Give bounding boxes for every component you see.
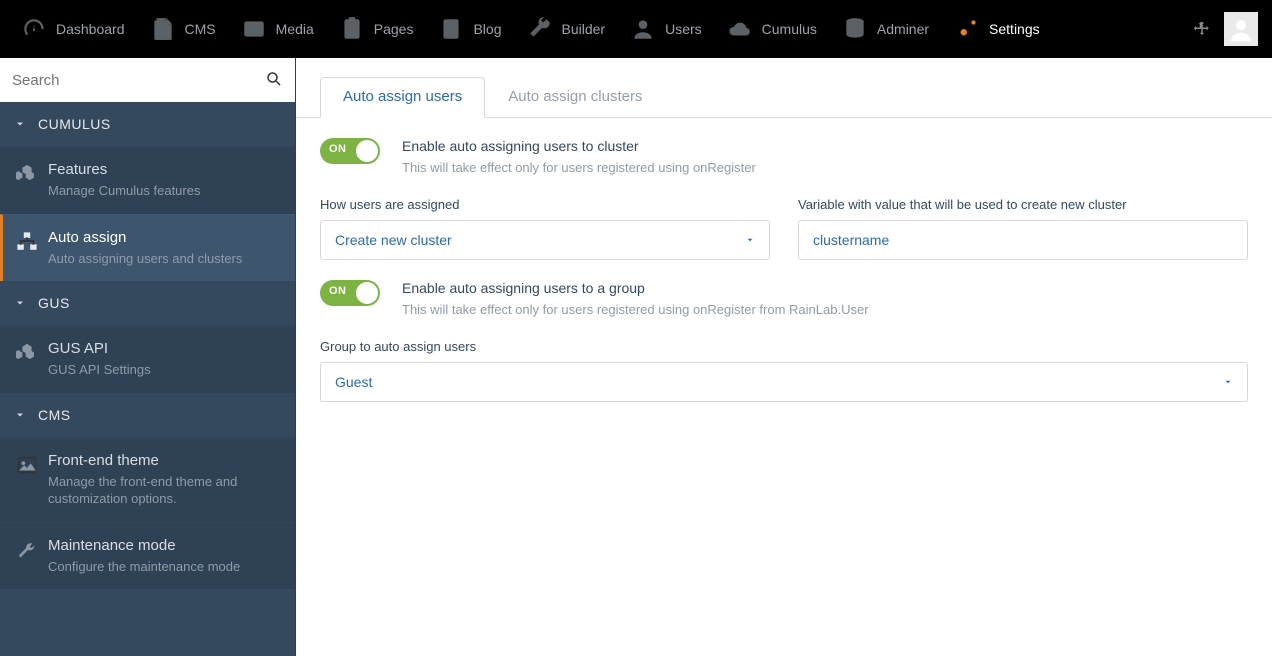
sidebar-item-title: GUS API (48, 340, 283, 357)
tab-auto-assign-users[interactable]: Auto assign users (320, 77, 485, 118)
sidebar-item-features[interactable]: Features Manage Cumulus features (0, 146, 295, 214)
nav-adminer[interactable]: Adminer (829, 0, 941, 58)
sidebar-search[interactable] (0, 58, 295, 102)
nav-media[interactable]: Media (228, 0, 326, 58)
toggle-knob (356, 140, 378, 162)
toggle-auto-assign-group[interactable]: ON (320, 280, 380, 306)
toggle-on-label: ON (329, 285, 347, 297)
input-variable-name-wrap[interactable] (798, 220, 1248, 260)
input-variable-name[interactable] (813, 232, 1233, 248)
label-group-assign: Group to auto assign users (320, 339, 1248, 354)
sidebar-item-sub: Manage the front-end theme and customiza… (48, 473, 283, 508)
nav-label: Pages (374, 21, 414, 37)
toggle-title: Enable auto assigning users to cluster (402, 138, 756, 154)
toggle-desc: This will take effect only for users reg… (402, 160, 756, 175)
gears-icon (953, 15, 981, 43)
nav-label: Dashboard (56, 21, 125, 37)
nav-label: CMS (185, 21, 216, 37)
select-how-assigned[interactable]: Create new cluster (320, 220, 770, 260)
sidebar-item-auto-assign[interactable]: Auto assign Auto assigning users and clus… (0, 214, 295, 282)
nav-label: Media (276, 21, 314, 37)
tab-auto-assign-clusters[interactable]: Auto assign clusters (485, 77, 665, 118)
wrench-icon (526, 15, 554, 43)
sidebar-section-cms[interactable]: CMS (0, 393, 295, 437)
nav-dashboard[interactable]: Dashboard (8, 0, 137, 58)
chevron-down-icon (14, 118, 26, 130)
nav-label: Builder (562, 21, 606, 37)
sidebar-item-sub: Auto assigning users and clusters (48, 250, 283, 268)
toggle-desc: This will take effect only for users reg… (402, 302, 869, 317)
doc-icon (149, 15, 177, 43)
sidebar-item-title: Features (48, 161, 283, 178)
pen-icon (437, 15, 465, 43)
label-how-assigned: How users are assigned (320, 197, 770, 212)
nav-builder[interactable]: Builder (514, 0, 618, 58)
chevron-down-icon (1223, 374, 1233, 390)
cloud-icon (726, 15, 754, 43)
select-value: Guest (335, 374, 1223, 390)
toggle-knob (356, 282, 378, 304)
sidebar-section-gus[interactable]: GUS (0, 281, 295, 325)
toggle-title: Enable auto assigning users to a group (402, 280, 869, 296)
nav-label: Adminer (877, 21, 929, 37)
chevron-down-icon (14, 297, 26, 309)
nav-users[interactable]: Users (617, 0, 714, 58)
sidebar-section-cumulus[interactable]: CUMULUS (0, 102, 295, 146)
cubes-icon (12, 340, 42, 379)
select-value: Create new cluster (335, 232, 745, 248)
sitemap-icon (12, 229, 42, 268)
sidebar-item-title: Front-end theme (48, 452, 283, 469)
nav-label: Settings (989, 21, 1040, 37)
gauge-icon (20, 15, 48, 43)
chevron-down-icon (14, 409, 26, 421)
nav-label: Users (665, 21, 702, 37)
nav-cumulus[interactable]: Cumulus (714, 0, 829, 58)
toggle-auto-assign-cluster[interactable]: ON (320, 138, 380, 164)
nav-pages[interactable]: Pages (326, 0, 426, 58)
nav-cms[interactable]: CMS (137, 0, 228, 58)
media-icon (240, 15, 268, 43)
move-handle-icon[interactable] (1192, 19, 1212, 39)
sidebar-item-sub: Manage Cumulus features (48, 182, 283, 200)
clipboard-icon (338, 15, 366, 43)
section-title: GUS (38, 295, 70, 311)
select-group-assign[interactable]: Guest (320, 362, 1248, 402)
label-variable-name: Variable with value that will be used to… (798, 197, 1248, 212)
chevron-down-icon (745, 232, 755, 248)
nav-blog[interactable]: Blog (425, 0, 513, 58)
nav-settings[interactable]: Settings (941, 0, 1052, 58)
sidebar-item-sub: GUS API Settings (48, 361, 283, 379)
sidebar-item-front-end-theme[interactable]: Front-end theme Manage the front-end them… (0, 437, 295, 522)
section-title: CUMULUS (38, 116, 111, 132)
search-icon (265, 70, 283, 91)
cubes-icon (12, 161, 42, 200)
search-input[interactable] (12, 72, 265, 89)
toggle-on-label: ON (329, 143, 347, 155)
nav-label: Blog (473, 21, 501, 37)
wrench-icon (12, 537, 42, 576)
sidebar-item-title: Maintenance mode (48, 537, 283, 554)
sidebar-item-title: Auto assign (48, 229, 283, 246)
account-avatar[interactable] (1224, 12, 1258, 46)
database-icon (841, 15, 869, 43)
user-icon (629, 15, 657, 43)
nav-label: Cumulus (762, 21, 817, 37)
image-icon (12, 452, 42, 508)
section-title: CMS (38, 407, 71, 423)
sidebar-item-gus-api[interactable]: GUS API GUS API Settings (0, 325, 295, 393)
sidebar-item-maintenance-mode[interactable]: Maintenance mode Configure the maintenanc… (0, 522, 295, 590)
sidebar-item-sub: Configure the maintenance mode (48, 558, 283, 576)
